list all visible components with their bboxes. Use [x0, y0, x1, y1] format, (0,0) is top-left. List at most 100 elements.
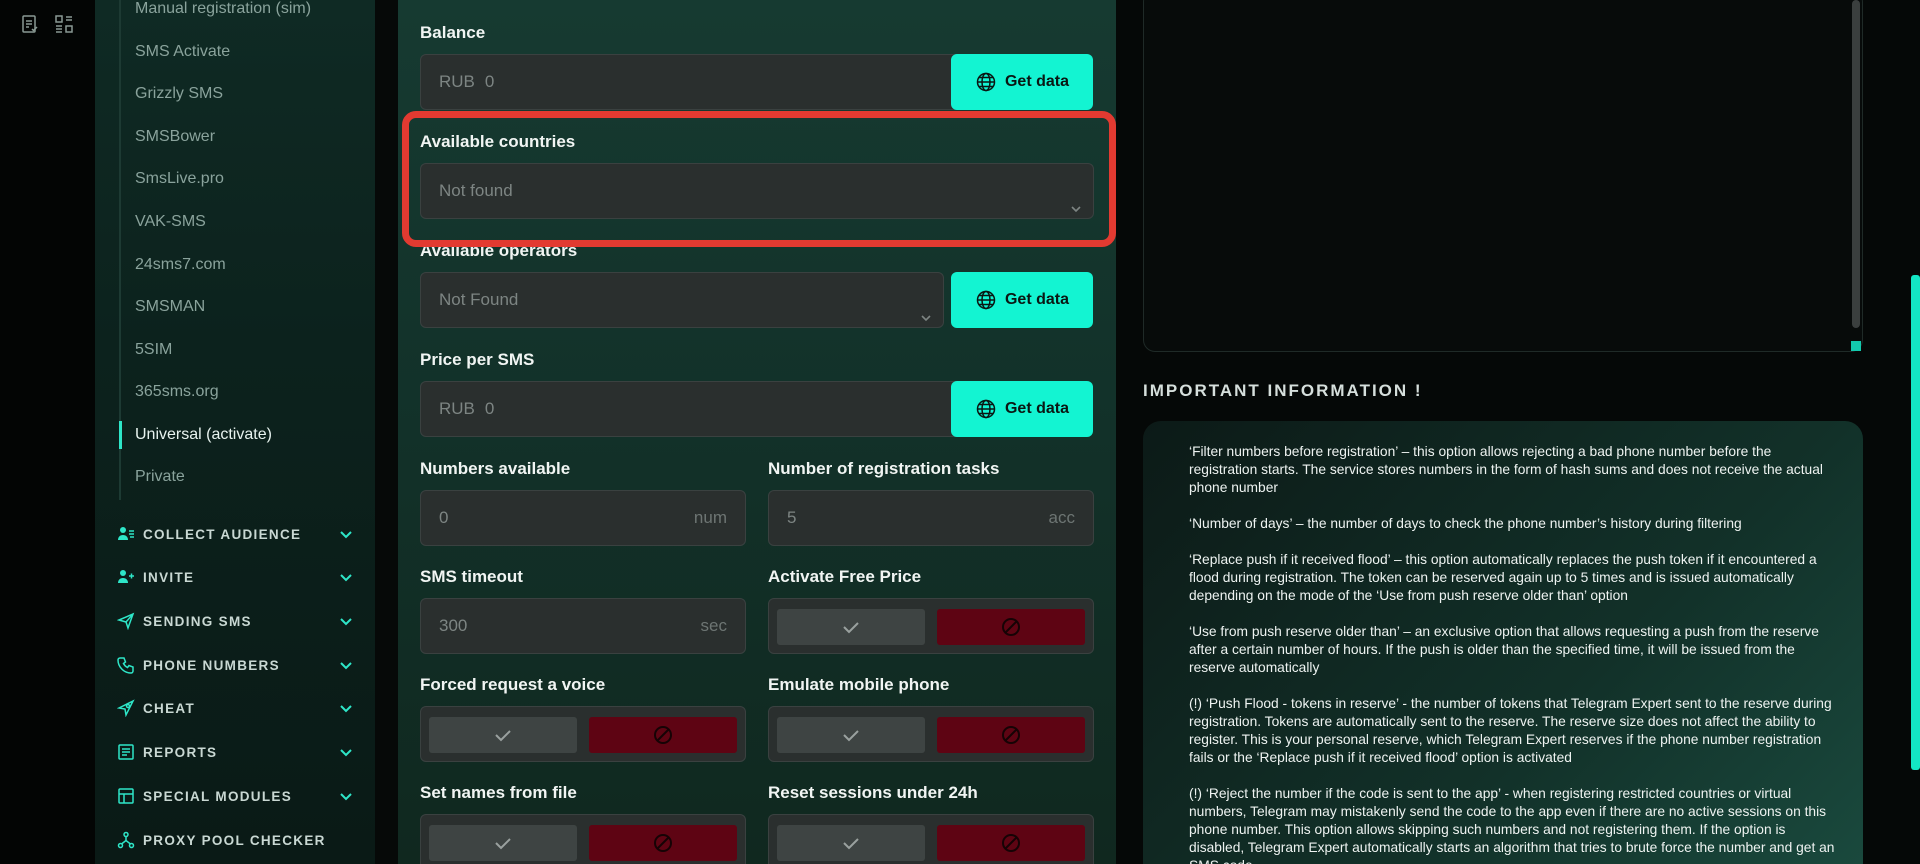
operators-get-data-button[interactable]: Get data — [951, 272, 1093, 328]
users-icon — [117, 525, 135, 543]
disable-button[interactable] — [937, 717, 1085, 753]
countries-label: Available countries — [420, 132, 576, 151]
price-get-data-button[interactable]: Get data — [951, 381, 1093, 437]
sms-timeout-label: SMS timeout — [420, 567, 523, 586]
unit-suffix: sec — [700, 616, 727, 635]
enable-button[interactable] — [429, 717, 577, 753]
numbers-available-value: 0 — [439, 508, 449, 527]
globe-icon — [976, 399, 996, 419]
forced-voice-toggle — [420, 706, 746, 762]
enable-button[interactable] — [777, 609, 925, 645]
sms-timeout-input[interactable]: 300 sec — [420, 598, 746, 654]
sidebar-item-sms-activate[interactable]: SMS Activate — [119, 32, 359, 72]
info-paragraph: (!) ‘Reject the number if the code is se… — [1189, 786, 1835, 864]
disable-button[interactable] — [589, 717, 737, 753]
section-invite[interactable]: INVITE — [117, 561, 353, 593]
section-label: INVITE — [143, 569, 195, 585]
icon-rail — [0, 0, 95, 864]
sidebar-item-private[interactable]: Private — [119, 457, 359, 497]
globe-icon — [976, 290, 996, 310]
balance-value: 0 — [484, 72, 495, 91]
numbers-available-label: Numbers available — [420, 459, 571, 478]
chevron-down-icon — [339, 789, 353, 803]
sidebar-item-365sms[interactable]: 365sms.org — [119, 372, 359, 412]
rocket-icon — [116, 699, 135, 718]
section-reports[interactable]: REPORTS — [117, 736, 353, 768]
layout-icon[interactable] — [54, 14, 74, 34]
info-paragraph: (!) ‘Push Flood - tokens in reserve’ - t… — [1189, 696, 1832, 765]
section-proxy-pool-checker[interactable]: PROXY POOL CHECKER — [117, 824, 353, 856]
section-label: CHEAT — [143, 700, 195, 716]
operators-label: Available operators — [420, 241, 578, 260]
numbers-available-input[interactable]: 0 num — [420, 490, 746, 546]
section-label: COLLECT AUDIENCE — [143, 526, 302, 542]
sidebar-item-grizzly-sms[interactable]: Grizzly SMS — [119, 74, 359, 114]
enable-button[interactable] — [429, 825, 577, 861]
sms-timeout-value: 300 — [439, 616, 468, 635]
sidebar-item-universal-activate[interactable]: Universal (activate) — [119, 415, 359, 455]
enable-button[interactable] — [777, 717, 925, 753]
user-plus-icon — [117, 568, 135, 586]
countries-value: Not found — [439, 181, 513, 200]
button-label: Get data — [1004, 291, 1069, 308]
disable-button[interactable] — [937, 825, 1085, 861]
sidebar-item-vak-sms[interactable]: VAK-SMS — [119, 202, 359, 242]
section-phone-numbers[interactable]: PHONE NUMBERS — [117, 649, 353, 681]
ban-icon — [654, 834, 672, 852]
reg-tasks-value: 5 — [787, 508, 797, 527]
disable-button[interactable] — [937, 609, 1085, 645]
log-area[interactable] — [1143, 0, 1863, 352]
sidebar-item-24sms7[interactable]: 24sms7.com — [119, 245, 359, 285]
sidebar-item-5sim[interactable]: 5SIM — [119, 330, 359, 370]
checklist-icon[interactable] — [20, 14, 40, 34]
ban-icon — [1002, 834, 1020, 852]
ban-icon — [1002, 618, 1020, 636]
globe-icon — [976, 72, 996, 92]
reset-sessions-label: Reset sessions under 24h — [768, 783, 978, 802]
balance-get-data-button[interactable]: Get data — [951, 54, 1093, 110]
section-label: REPORTS — [143, 744, 218, 760]
sidebar-item-manual-registration[interactable]: Manual registration (sim) — [119, 0, 359, 29]
reg-tasks-input[interactable]: 5 acc — [768, 490, 1094, 546]
section-label: PHONE NUMBERS — [143, 657, 280, 673]
free-price-toggle — [768, 598, 1094, 654]
network-icon — [117, 831, 135, 849]
divider — [375, 0, 398, 864]
info-paragraph: ‘Use from push reserve older than’ – an … — [1189, 624, 1819, 675]
resize-handle[interactable] — [1851, 341, 1861, 351]
chevron-down-icon — [339, 701, 353, 715]
phone-icon — [117, 656, 135, 674]
sidebar: Manual registration (sim) SMS Activate G… — [95, 0, 375, 864]
log-scrollbar[interactable] — [1852, 0, 1860, 328]
check-icon — [843, 622, 859, 634]
info-paragraph: ‘Replace push if it received flood’ – th… — [1189, 552, 1817, 603]
countries-select[interactable]: Not found — [420, 163, 1094, 219]
chevron-down-icon — [339, 527, 353, 541]
sidebar-item-smslive[interactable]: SmsLive.pro — [119, 159, 359, 199]
sidebar-item-smsman[interactable]: SMSMAN — [119, 287, 359, 327]
section-sending-sms[interactable]: SENDING SMS — [116, 605, 353, 637]
enable-button[interactable] — [777, 825, 925, 861]
section-special-modules[interactable]: SPECIAL MODULES — [117, 780, 353, 812]
emulate-mobile-label: Emulate mobile phone — [768, 675, 950, 694]
section-cheat[interactable]: CHEAT — [116, 692, 353, 724]
report-icon — [117, 743, 135, 761]
sidebar-item-smsbower[interactable]: SMSBower — [119, 117, 359, 157]
operators-value: Not Found — [439, 290, 519, 309]
modules-icon — [117, 787, 135, 805]
chevron-down-icon — [339, 745, 353, 759]
disable-button[interactable] — [589, 825, 737, 861]
balance-label: Balance — [420, 23, 486, 42]
section-collect-audience[interactable]: COLLECT AUDIENCE — [117, 518, 353, 550]
chevron-down-icon — [339, 570, 353, 584]
check-icon — [843, 730, 859, 742]
free-price-label: Activate Free Price — [768, 567, 922, 586]
operators-select[interactable]: Not Found — [420, 272, 944, 328]
info-title: IMPORTANT INFORMATION ! — [1143, 381, 1423, 400]
unit-suffix: acc — [1048, 508, 1075, 527]
chevron-down-icon — [1069, 184, 1083, 213]
send-icon — [116, 612, 135, 631]
names-file-label: Set names from file — [420, 783, 577, 802]
page-scrollbar[interactable] — [1911, 275, 1920, 770]
ban-icon — [654, 726, 672, 744]
